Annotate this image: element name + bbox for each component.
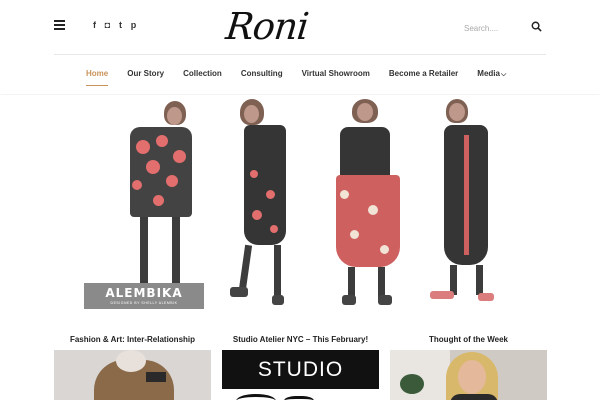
hero-slider[interactable]: ALEMBIKA DESIGNED BY SHELLY ALEMBIK	[0, 95, 600, 320]
pinterest-icon[interactable]: p	[129, 20, 138, 31]
nav-item-our-story[interactable]: Our Story	[127, 69, 164, 79]
nav-item-consulting[interactable]: Consulting	[241, 69, 283, 79]
post-thumbnail[interactable]	[390, 350, 547, 400]
search-input[interactable]	[462, 19, 522, 38]
post-title[interactable]: Studio Atelier NYC – This February!	[222, 335, 379, 344]
badge-title: ALEMBIKA	[105, 286, 183, 300]
nav-item-media-label: Media	[477, 69, 500, 78]
post-thumbnail[interactable]	[54, 350, 211, 400]
search-box	[462, 18, 548, 38]
badge-subtitle: DESIGNED BY SHELLY ALEMBIK	[110, 301, 178, 305]
social-links: f ◘ t p	[90, 20, 138, 31]
nav-item-virtual-showroom[interactable]: Virtual Showroom	[302, 69, 370, 79]
facebook-icon[interactable]: f	[90, 20, 99, 31]
instagram-icon[interactable]: ◘	[103, 20, 112, 31]
post-card: Thought of the Week	[390, 335, 547, 400]
post-card: Fashion & Art: Inter-Relationship	[54, 335, 211, 400]
twitter-icon[interactable]: t	[116, 20, 125, 31]
chevron-down-icon: ⌵	[500, 71, 507, 78]
post-card: Studio Atelier NYC – This February! STUD…	[222, 335, 379, 400]
brand-badge: ALEMBIKA DESIGNED BY SHELLY ALEMBIK	[84, 283, 204, 309]
nav-item-home[interactable]: Home	[86, 69, 109, 86]
nav-item-become-a-retailer[interactable]: Become a Retailer	[389, 69, 458, 79]
site-header: f ◘ t p Roni Rabl	[0, 0, 600, 98]
site-logo[interactable]: Roni Rabl	[219, 2, 398, 98]
post-title[interactable]: Fashion & Art: Inter-Relationship	[54, 335, 211, 344]
nav-item-collection[interactable]: Collection	[183, 69, 222, 79]
thumbnail-text: STUDIO	[222, 350, 379, 389]
main-nav: Home Our Story Collection Consulting Vir…	[0, 55, 600, 94]
post-title[interactable]: Thought of the Week	[390, 335, 547, 344]
search-icon[interactable]	[531, 21, 542, 32]
post-thumbnail[interactable]: STUDIO	[222, 350, 379, 400]
nav-item-media[interactable]: Media⌵	[477, 69, 506, 79]
menu-toggle-icon[interactable]	[54, 20, 65, 30]
